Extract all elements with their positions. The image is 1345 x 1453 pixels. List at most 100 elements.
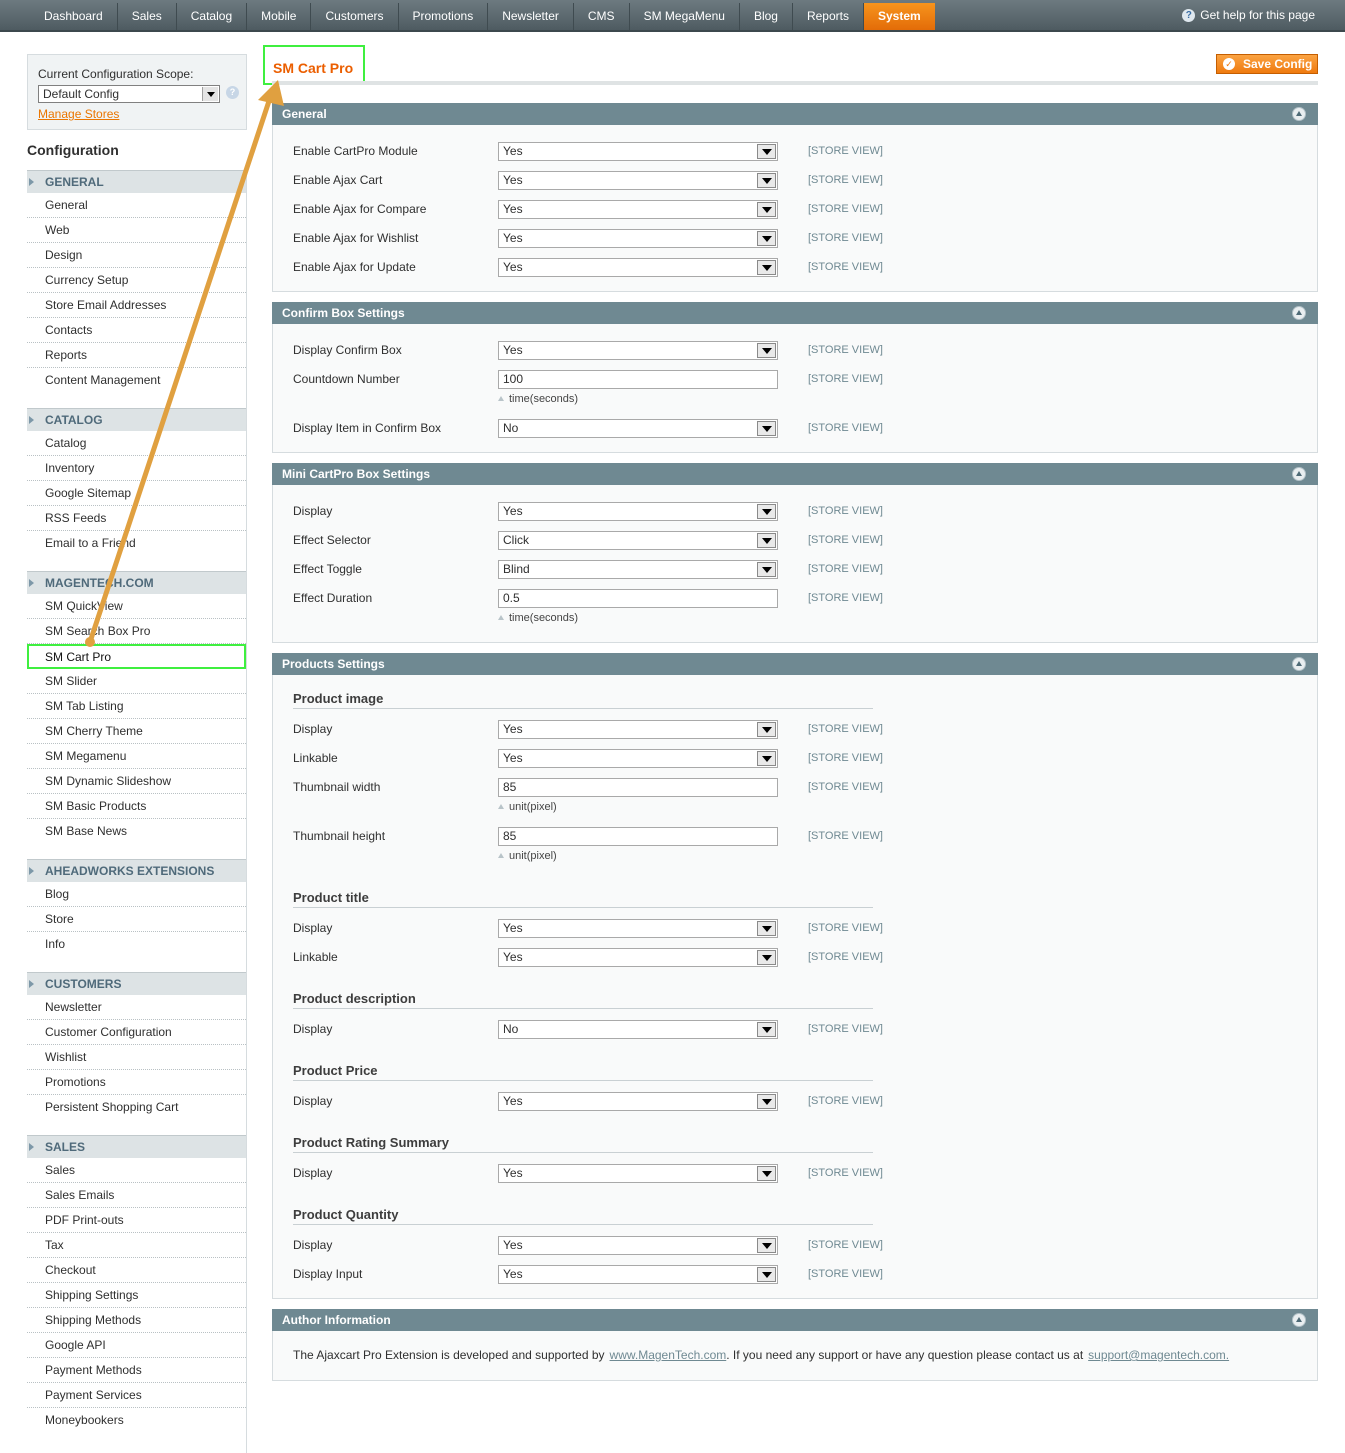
field-select[interactable]: Yes	[498, 502, 778, 521]
help-link[interactable]: ? Get help for this page	[1182, 8, 1315, 22]
sidebar-item-shipping-methods[interactable]: Shipping Methods	[27, 1308, 246, 1333]
sidebar-group-sales[interactable]: SALES	[27, 1135, 246, 1158]
sidebar-item-tax[interactable]: Tax	[27, 1233, 246, 1258]
sidebar-item-customer-configuration[interactable]: Customer Configuration	[27, 1020, 246, 1045]
nav-item-dashboard[interactable]: Dashboard	[30, 3, 118, 30]
sidebar-item-sm-quickview[interactable]: SM QuickView	[27, 594, 246, 619]
field-select[interactable]: Yes	[498, 1236, 778, 1255]
field-select[interactable]: Yes	[498, 171, 778, 190]
sidebar-group-general[interactable]: GENERAL	[27, 170, 246, 193]
sidebar-item-sm-tab-listing[interactable]: SM Tab Listing	[27, 694, 246, 719]
sidebar-item-promotions[interactable]: Promotions	[27, 1070, 246, 1095]
sidebar-item-sales-emails[interactable]: Sales Emails	[27, 1183, 246, 1208]
field-select[interactable]: Yes	[498, 1265, 778, 1284]
sidebar-group-customers[interactable]: CUSTOMERS	[27, 972, 246, 995]
sidebar-item-inventory[interactable]: Inventory	[27, 456, 246, 481]
sidebar-item-store-email-addresses[interactable]: Store Email Addresses	[27, 293, 246, 318]
section-header-mini-cartpro[interactable]: Mini CartPro Box Settings	[272, 463, 1318, 485]
sidebar-item-sales[interactable]: Sales	[27, 1158, 246, 1183]
field-select[interactable]: Yes	[498, 142, 778, 161]
field-select[interactable]: Yes	[498, 341, 778, 360]
sidebar-item-sm-cherry-theme[interactable]: SM Cherry Theme	[27, 719, 246, 744]
field-select[interactable]: Click	[498, 531, 778, 550]
sidebar-item-content-management[interactable]: Content Management	[27, 368, 246, 393]
sidebar-item-email-to-a-friend[interactable]: Email to a Friend	[27, 531, 246, 556]
collapse-icon[interactable]	[1292, 1313, 1306, 1327]
thumbnail-height-input[interactable]: 85	[498, 827, 778, 846]
sidebar-item-sm-basic-products[interactable]: SM Basic Products	[27, 794, 246, 819]
field-select[interactable]: Yes	[498, 1164, 778, 1183]
nav-item-cms[interactable]: CMS	[574, 3, 630, 30]
section-header-products[interactable]: Products Settings	[272, 653, 1318, 675]
sidebar-item-payment-services[interactable]: Payment Services	[27, 1383, 246, 1408]
sidebar-item-rss-feeds[interactable]: RSS Feeds	[27, 506, 246, 531]
field-select[interactable]: Yes	[498, 919, 778, 938]
field-select[interactable]: Blind	[498, 560, 778, 579]
sidebar-item-contacts[interactable]: Contacts	[27, 318, 246, 343]
sidebar-item-reports[interactable]: Reports	[27, 343, 246, 368]
sidebar-item-general[interactable]: General	[27, 193, 246, 218]
sidebar-item-catalog[interactable]: Catalog	[27, 431, 246, 456]
sidebar-item-sm-megamenu[interactable]: SM Megamenu	[27, 744, 246, 769]
sidebar-item-sm-dynamic-slideshow[interactable]: SM Dynamic Slideshow	[27, 769, 246, 794]
sidebar-item-info[interactable]: Info	[27, 932, 246, 957]
info-icon[interactable]: ?	[226, 86, 239, 99]
field-select[interactable]: Yes	[498, 200, 778, 219]
sidebar-item-checkout[interactable]: Checkout	[27, 1258, 246, 1283]
nav-item-reports[interactable]: Reports	[793, 3, 864, 30]
nav-item-sm-megamenu[interactable]: SM MegaMenu	[630, 3, 740, 30]
scope-select[interactable]: Default Config	[38, 85, 220, 103]
section-header-author-info[interactable]: Author Information	[272, 1309, 1318, 1331]
sidebar-item-google-api[interactable]: Google API	[27, 1333, 246, 1358]
nav-item-system[interactable]: System	[864, 3, 935, 30]
field-select[interactable]: Yes	[498, 1092, 778, 1111]
field-select[interactable]: Yes	[498, 229, 778, 248]
field-select[interactable]: No	[498, 419, 778, 438]
sidebar-item-web[interactable]: Web	[27, 218, 246, 243]
sidebar-item-newsletter[interactable]: Newsletter	[27, 995, 246, 1020]
field-select[interactable]: Yes	[498, 948, 778, 967]
collapse-icon[interactable]	[1292, 657, 1306, 671]
section-header-general[interactable]: General	[272, 103, 1318, 125]
collapse-icon[interactable]	[1292, 306, 1306, 320]
sidebar-item-sm-base-news[interactable]: SM Base News	[27, 819, 246, 844]
sidebar-item-sm-cart-pro[interactable]: SM Cart Pro	[27, 644, 246, 669]
nav-item-catalog[interactable]: Catalog	[177, 3, 248, 30]
nav-item-mobile[interactable]: Mobile	[247, 3, 312, 30]
collapse-icon[interactable]	[1292, 467, 1306, 481]
sidebar-item-persistent-shopping-cart[interactable]: Persistent Shopping Cart	[27, 1095, 246, 1120]
manage-stores-link[interactable]: Manage Stores	[38, 107, 236, 121]
field-select[interactable]: Yes	[498, 720, 778, 739]
nav-item-sales[interactable]: Sales	[118, 3, 177, 30]
nav-item-blog[interactable]: Blog	[740, 3, 793, 30]
sidebar-item-currency-setup[interactable]: Currency Setup	[27, 268, 246, 293]
section-header-confirm-box[interactable]: Confirm Box Settings	[272, 302, 1318, 324]
sidebar-item-shipping-settings[interactable]: Shipping Settings	[27, 1283, 246, 1308]
collapse-icon[interactable]	[1292, 107, 1306, 121]
sidebar-item-wishlist[interactable]: Wishlist	[27, 1045, 246, 1070]
sidebar-group-catalog[interactable]: CATALOG	[27, 408, 246, 431]
sidebar-item-sm-search-box-pro[interactable]: SM Search Box Pro	[27, 619, 246, 644]
countdown-input[interactable]: 100	[498, 370, 778, 389]
field-select[interactable]: No	[498, 1020, 778, 1039]
thumbnail-width-input[interactable]: 85	[498, 778, 778, 797]
sidebar-item-pdf-print-outs[interactable]: PDF Print-outs	[27, 1208, 246, 1233]
sidebar-item-payment-methods[interactable]: Payment Methods	[27, 1358, 246, 1383]
sidebar-item-moneybookers[interactable]: Moneybookers	[27, 1408, 246, 1433]
sidebar-item-store[interactable]: Store	[27, 907, 246, 932]
sidebar-item-sm-slider[interactable]: SM Slider	[27, 669, 246, 694]
sidebar-item-design[interactable]: Design	[27, 243, 246, 268]
save-config-button[interactable]: ✓ Save Config	[1216, 54, 1318, 74]
effect-duration-input[interactable]: 0.5	[498, 589, 778, 608]
magentech-link[interactable]: www.MagenTech.com	[610, 1348, 727, 1362]
nav-item-customers[interactable]: Customers	[311, 3, 399, 30]
sidebar-item-blog[interactable]: Blog	[27, 882, 246, 907]
sidebar-group-aheadworks-extensions[interactable]: AHEADWORKS EXTENSIONS	[27, 859, 246, 882]
nav-item-newsletter[interactable]: Newsletter	[488, 3, 574, 30]
support-email-link[interactable]: support@magentech.com.	[1088, 1348, 1229, 1362]
field-select[interactable]: Yes	[498, 258, 778, 277]
sidebar-group-magentech-com[interactable]: MAGENTECH.COM	[27, 571, 246, 594]
field-select[interactable]: Yes	[498, 749, 778, 768]
sidebar-item-google-sitemap[interactable]: Google Sitemap	[27, 481, 246, 506]
nav-item-promotions[interactable]: Promotions	[399, 3, 489, 30]
